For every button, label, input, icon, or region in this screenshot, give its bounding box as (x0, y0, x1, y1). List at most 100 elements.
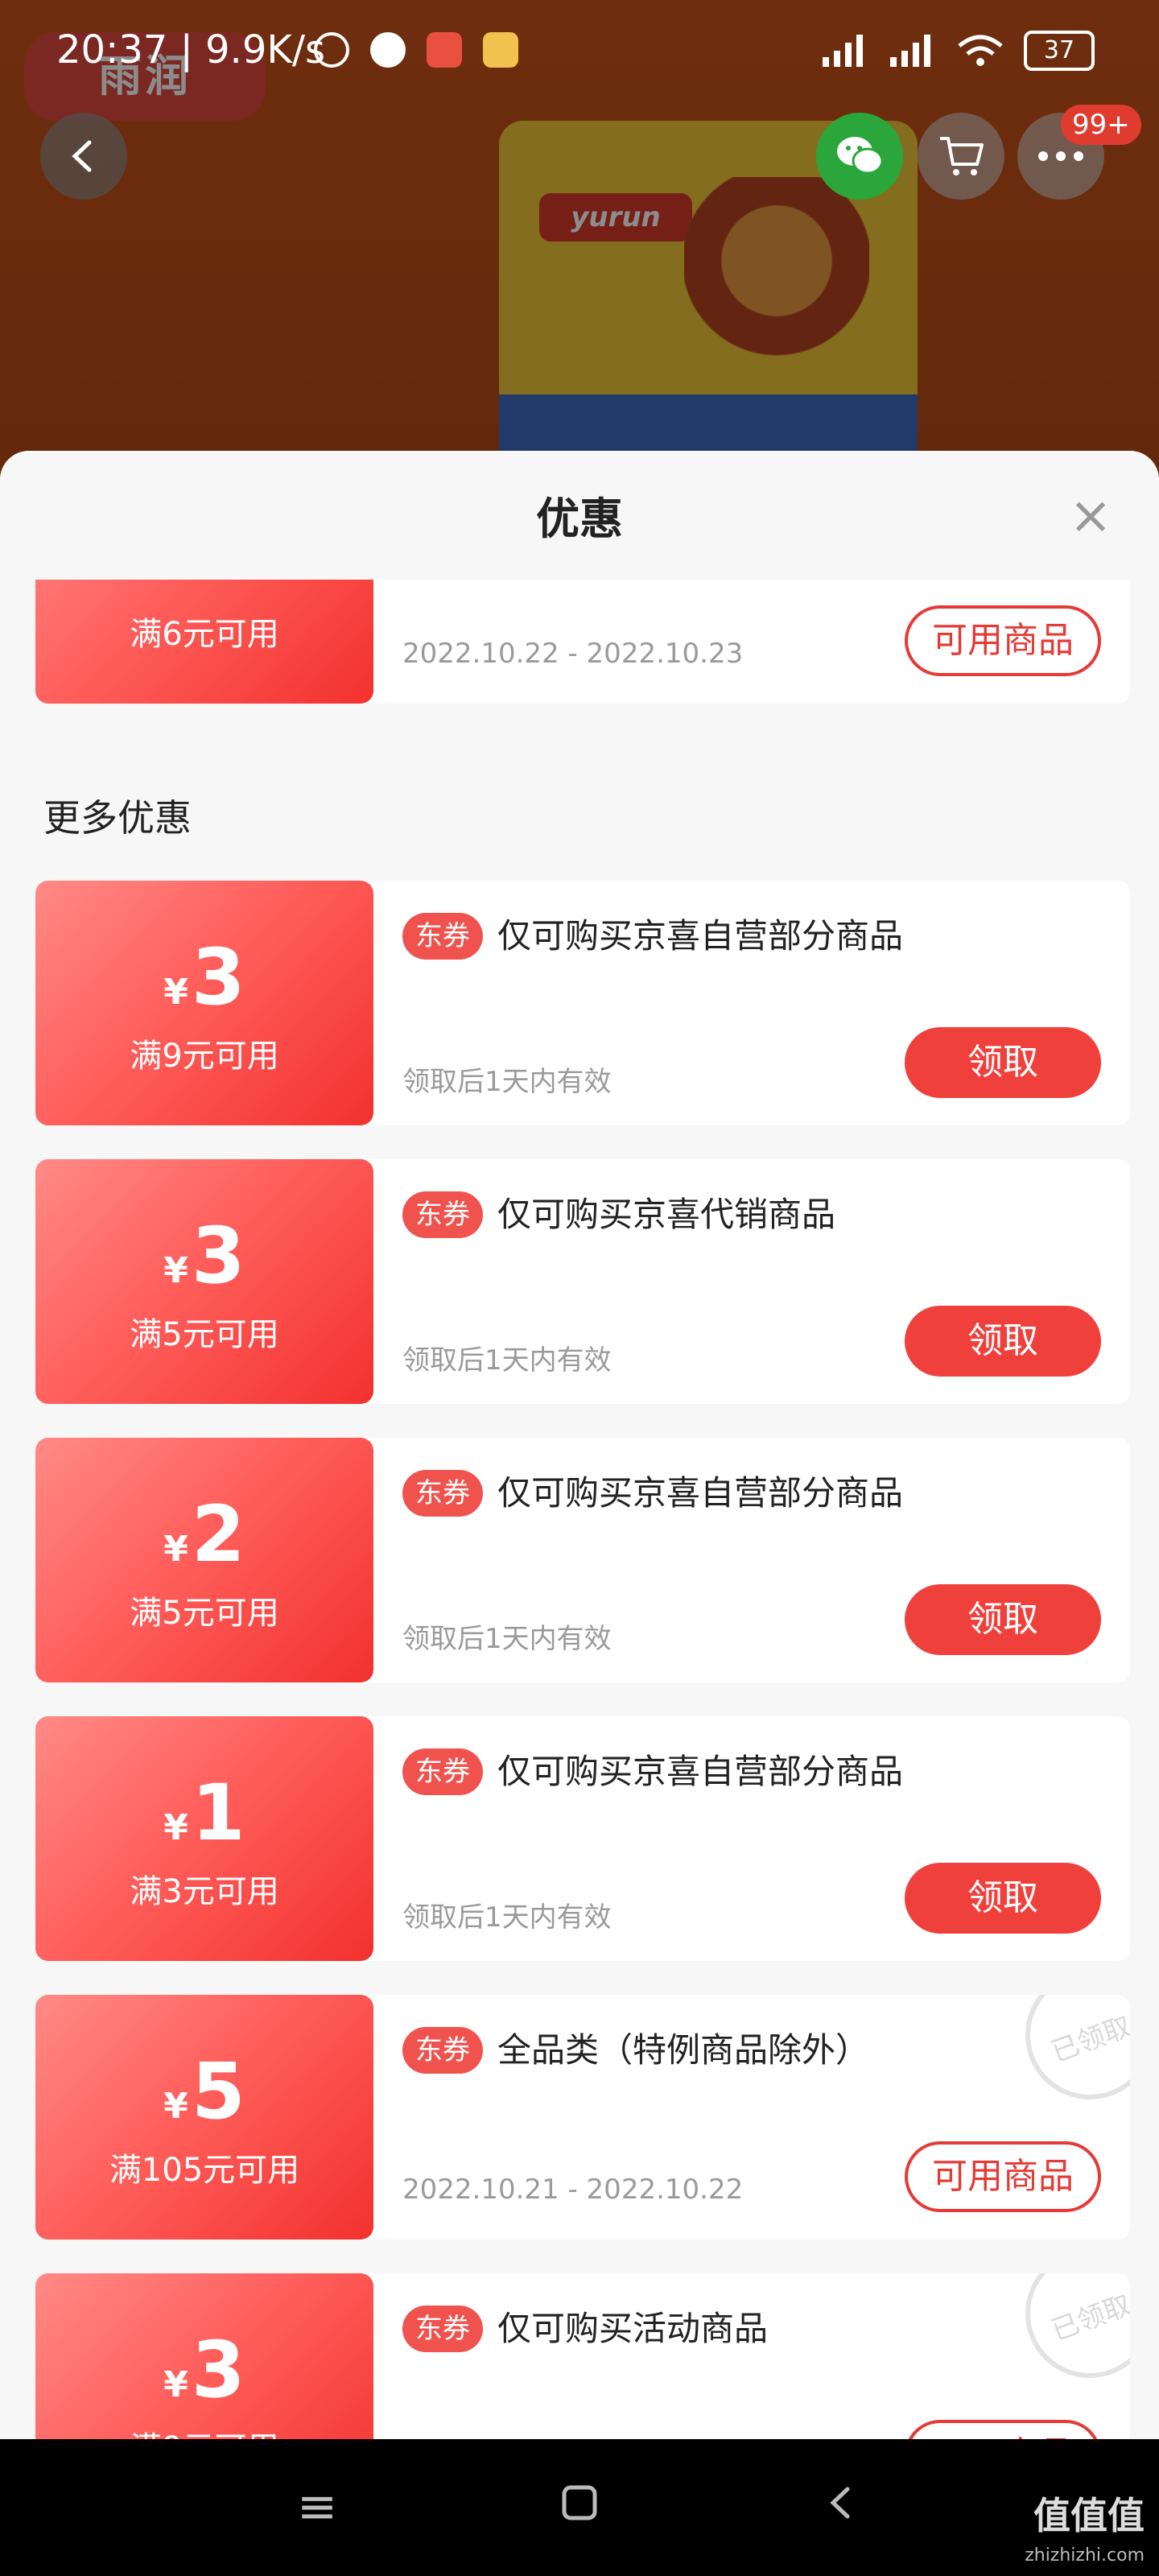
sheet-title: 优惠 (536, 493, 623, 544)
home-icon[interactable] (547, 2475, 612, 2539)
menu-icon[interactable]: ≡ (285, 2475, 349, 2539)
coupon-description: 仅可购买京喜自营部分商品 (497, 916, 904, 956)
coupon-value-panel: ¥3满9元可用 (35, 2273, 373, 2439)
coupon-amount-value: 3 (191, 1211, 245, 1301)
coupon-card: ¥3 满9元可用 东券 仅可购买京喜自营部分商品领取后1天内有效 领取 (35, 881, 1130, 1125)
status-bar: 20:37 | 9.9K/s 37 (0, 0, 1159, 105)
coupon-list[interactable]: 满6元可用 2022.10.22 - 2022.10.23 可用商品 更多优惠 … (0, 580, 1159, 2439)
system-nav-bar: ≡ 值值值 zhizhizhi.com (0, 2439, 1159, 2576)
currency-symbol: ¥ (163, 2364, 188, 2405)
currency-symbol: ¥ (163, 1529, 188, 1570)
wifi-icon (958, 35, 1003, 66)
wechat-share-button[interactable] (816, 113, 903, 200)
coupon-value-panel: ¥3 满5元可用 (35, 1159, 373, 1404)
coupon-type-tag: 东券 (402, 2027, 483, 2074)
chevron-left-icon (72, 140, 92, 172)
coupon-card: ¥1 满3元可用 东券 仅可购买京喜自营部分商品领取后1天内有效 领取 (35, 1716, 1130, 1961)
coupon-amount-value: 2 (191, 1489, 245, 1579)
coupon-threshold: 满105元可用 (109, 2152, 300, 2189)
coupon-threshold: 满6元可用 (130, 616, 279, 653)
coupon-type-tag: 东券 (402, 913, 483, 960)
coupon-amount: ¥1 (35, 1773, 373, 1868)
available-products-button[interactable]: 可用商品 (905, 2141, 1101, 2212)
coupon-value-panel: ¥3 满9元可用 (35, 881, 373, 1125)
coupon-validity: 领取后1天内有效 (402, 1066, 612, 1098)
status-time: 20:37 | 9.9K/s (56, 27, 326, 72)
coupon-type-tag: 东券 (402, 2306, 483, 2352)
claimed-stamp: 已领取 (1017, 2273, 1130, 2394)
cart-icon (940, 137, 984, 175)
coupon-sheet: 优惠 × 满6元可用 2022.10.22 - 2022.10.23 可用商品 … (0, 451, 1159, 2439)
back-nav-icon[interactable] (810, 2475, 874, 2539)
currency-symbol: ¥ (163, 1250, 188, 1291)
coupon-type-tag: 东券 (402, 1191, 483, 1238)
coupon-card: ¥3满9元可用东券仅可购买活动商品已领取可用商品 (35, 2273, 1130, 2439)
watermark-text: 值值值 (1033, 2494, 1145, 2537)
coupon-description: 全品类（特例商品除外） (497, 2030, 870, 2070)
battery-icon: 37 (1024, 31, 1095, 71)
currency-symbol: ¥ (163, 972, 188, 1013)
claim-button[interactable]: 领取 (905, 1027, 1101, 1098)
coupon-card: ¥5 满105元可用 东券 全品类（特例商品除外） 2022.10.21 - 2022.… (35, 1995, 1130, 2240)
coupon-type-tag: 东券 (402, 1470, 483, 1517)
more-dots-icon (1038, 151, 1083, 161)
claimed-stamp-text: 已领取 (1017, 2273, 1130, 2394)
coupon-threshold: 满9元可用 (130, 1038, 279, 1075)
system-indicators: 37 (821, 31, 1095, 71)
coupon-type-tag: 东券 (402, 1748, 483, 1795)
claim-button[interactable]: 领取 (905, 1584, 1101, 1655)
signal-icon (823, 35, 863, 67)
coupon-validity: 领取后1天内有效 (402, 1344, 612, 1377)
coupon-validity: 2022.10.21 - 2022.10.22 (402, 2174, 744, 2206)
coupon-value-panel: ¥2 满5元可用 (35, 1438, 373, 1682)
coupon-amount: ¥3 (35, 2330, 373, 2425)
alarm-icon (314, 32, 349, 68)
coupon-description: 仅可购买京喜自营部分商品 (497, 1752, 904, 1791)
signal-icon-2 (890, 35, 930, 67)
message-notification-icon (483, 32, 518, 68)
claimed-stamp-text: 已领取 (1017, 1995, 1130, 2116)
coupon-threshold: 满3元可用 (130, 1873, 279, 1910)
coupon-amount-value: 3 (191, 2325, 245, 2415)
cart-button[interactable] (918, 113, 1004, 200)
coupon-value-panel: ¥5 满105元可用 (35, 1995, 373, 2240)
watermark: 值值值 zhizhizhi.com (1025, 2496, 1145, 2576)
currency-symbol: ¥ (163, 2086, 188, 2127)
available-products-button[interactable]: 可用商品 (905, 605, 1101, 676)
coupon-description: 仅可购买活动商品 (497, 2309, 769, 2348)
coupon-amount: ¥3 (35, 1216, 373, 1311)
coupon-amount: ¥2 (35, 1494, 373, 1590)
cart-count-badge: 99+ (1061, 105, 1141, 145)
coupon-validity: 领取后1天内有效 (402, 1901, 612, 1934)
claimed-stamp: 已领取 (1017, 1995, 1130, 2116)
coupon-amount: ¥3 (35, 937, 373, 1033)
app-notification-icon (427, 32, 462, 68)
coupon-card: ¥3 满5元可用 东券 仅可购买京喜代销商品领取后1天内有效 领取 (35, 1159, 1130, 1404)
coupon-value-panel: ¥1 满3元可用 (35, 1716, 373, 1961)
coupon-amount-value: 3 (191, 932, 245, 1022)
wechat-icon (837, 137, 884, 175)
coupon-threshold: 满5元可用 (130, 1316, 279, 1353)
coupon-value-panel: 满6元可用 (35, 580, 373, 704)
more-offers-title: 更多优惠 (43, 796, 192, 840)
coupon-amount-value: 1 (191, 1768, 245, 1858)
available-products-button[interactable]: 可用商品 (905, 2420, 1101, 2439)
coupon-card-partial: 满6元可用 2022.10.22 - 2022.10.23 可用商品 (35, 580, 1130, 704)
wechat-notification-icon (370, 32, 406, 68)
coupon-threshold: 满5元可用 (130, 1595, 279, 1632)
coupon-amount: ¥5 (35, 2051, 373, 2147)
coupon-description: 仅可购买京喜代销商品 (497, 1195, 836, 1234)
coupon-validity: 2022.10.22 - 2022.10.23 (402, 638, 744, 670)
coupon-threshold: 满9元可用 (35, 2422, 373, 2439)
watermark-sub: zhizhizhi.com (1025, 2545, 1145, 2566)
sheet-header: 优惠 × (0, 451, 1159, 580)
claim-button[interactable]: 领取 (905, 1306, 1101, 1377)
notification-icons (314, 32, 518, 68)
back-button[interactable] (40, 113, 127, 200)
coupon-amount-value: 5 (191, 2046, 245, 2136)
claim-button[interactable]: 领取 (905, 1863, 1101, 1934)
close-icon[interactable]: × (1062, 488, 1119, 544)
coupon-card: ¥2 满5元可用 东券 仅可购买京喜自营部分商品 领取后1天内有效 领取 (35, 1438, 1130, 1682)
currency-symbol: ¥ (163, 1807, 188, 1848)
coupon-description: 仅可购买京喜自营部分商品 (497, 1473, 904, 1513)
